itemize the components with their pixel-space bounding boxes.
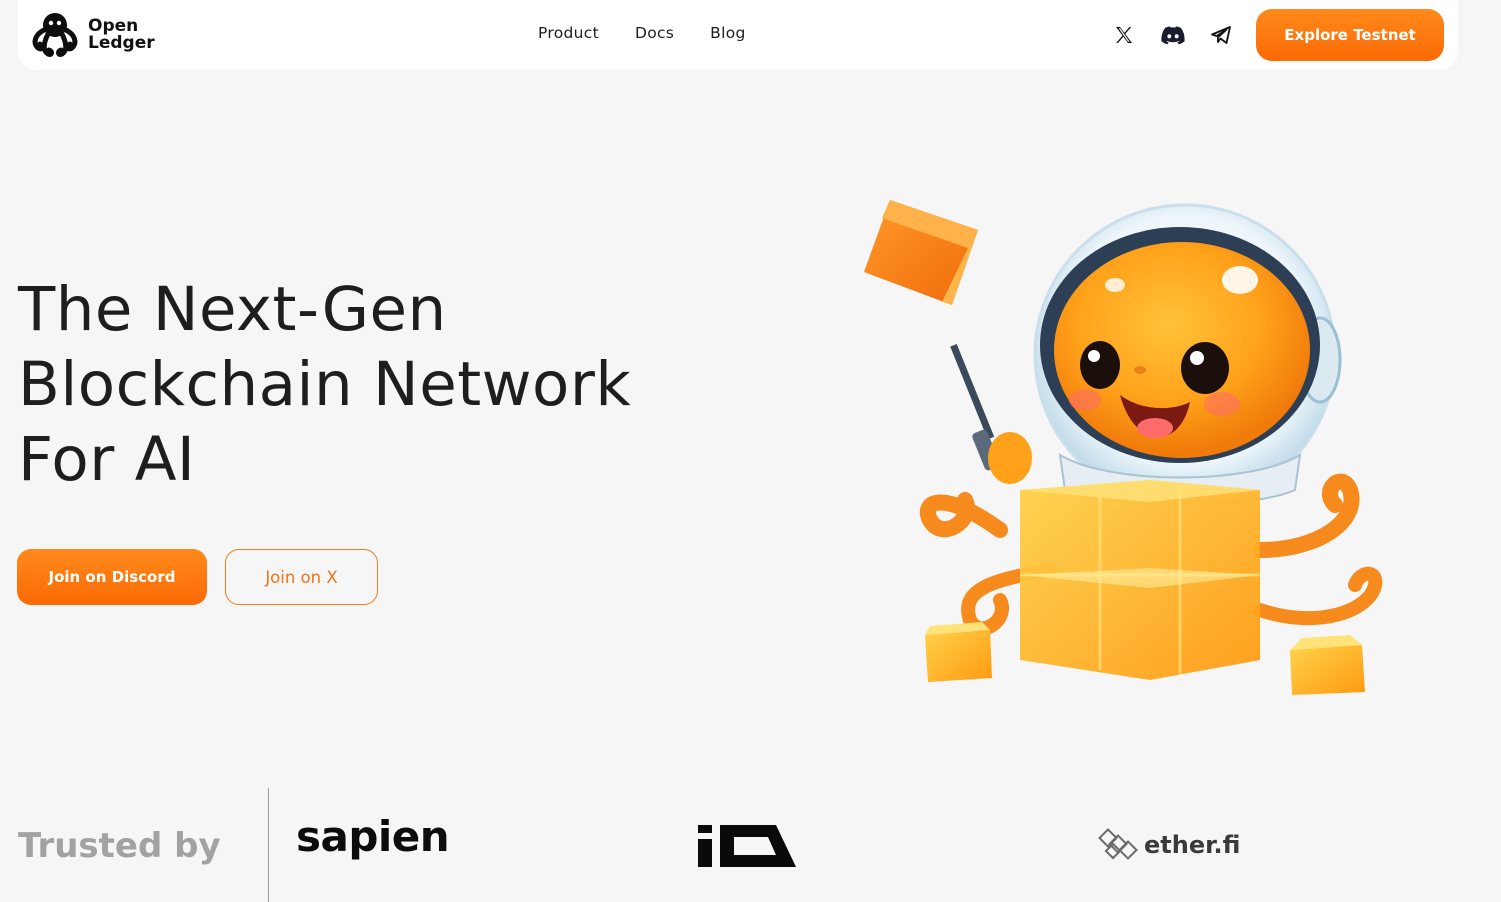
brand-name-line2: Ledger (88, 33, 155, 53)
hero-title-line: The Next-Gen (18, 274, 447, 345)
floating-cube (864, 200, 978, 305)
hero-title: The Next-Gen Blockchain Network For AI (18, 272, 658, 497)
hero-title-line: Blockchain Network (18, 349, 632, 420)
small-cube-left (925, 622, 992, 682)
top-navbar: Open Ledger Product Docs Blog Explore Te… (18, 0, 1458, 70)
trusted-divider (268, 788, 269, 902)
hero-title-line: For AI (18, 424, 196, 495)
brand-wordmark: Open Ledger (88, 18, 155, 52)
telegram-social-link[interactable] (1206, 20, 1236, 50)
small-cube-right (1290, 635, 1365, 695)
octopus-logo-icon (32, 13, 78, 57)
x-icon (1116, 27, 1132, 43)
etherfi-wordmark: ether.fi (1144, 831, 1241, 859)
partner-logo-etherfi: ether.fi (1098, 826, 1240, 864)
x-social-link[interactable] (1109, 20, 1139, 50)
trusted-by-label: Trusted by (18, 826, 221, 866)
etherfi-mark-icon (1098, 828, 1138, 860)
partner-logo-sapien: sapien (296, 812, 450, 861)
join-discord-button[interactable]: Join on Discord (17, 549, 207, 605)
discord-social-link[interactable] (1158, 20, 1188, 50)
discord-icon (1161, 26, 1185, 45)
explore-testnet-button[interactable]: Explore Testnet (1256, 9, 1444, 61)
landing-page: Open Ledger Product Docs Blog Explore Te… (0, 0, 1501, 902)
nav-link-blog[interactable]: Blog (710, 24, 745, 42)
join-x-button[interactable]: Join on X (225, 549, 378, 605)
nav-link-product[interactable]: Product (538, 24, 599, 42)
main-nav: Product Docs Blog (538, 24, 746, 42)
cube-stack (1020, 480, 1260, 680)
nav-link-docs[interactable]: Docs (635, 24, 674, 42)
brand-logo[interactable]: Open Ledger (30, 10, 155, 60)
io-logo-icon (698, 825, 796, 867)
octopus-astronaut-illustration (864, 200, 1383, 695)
telegram-icon (1211, 26, 1231, 44)
